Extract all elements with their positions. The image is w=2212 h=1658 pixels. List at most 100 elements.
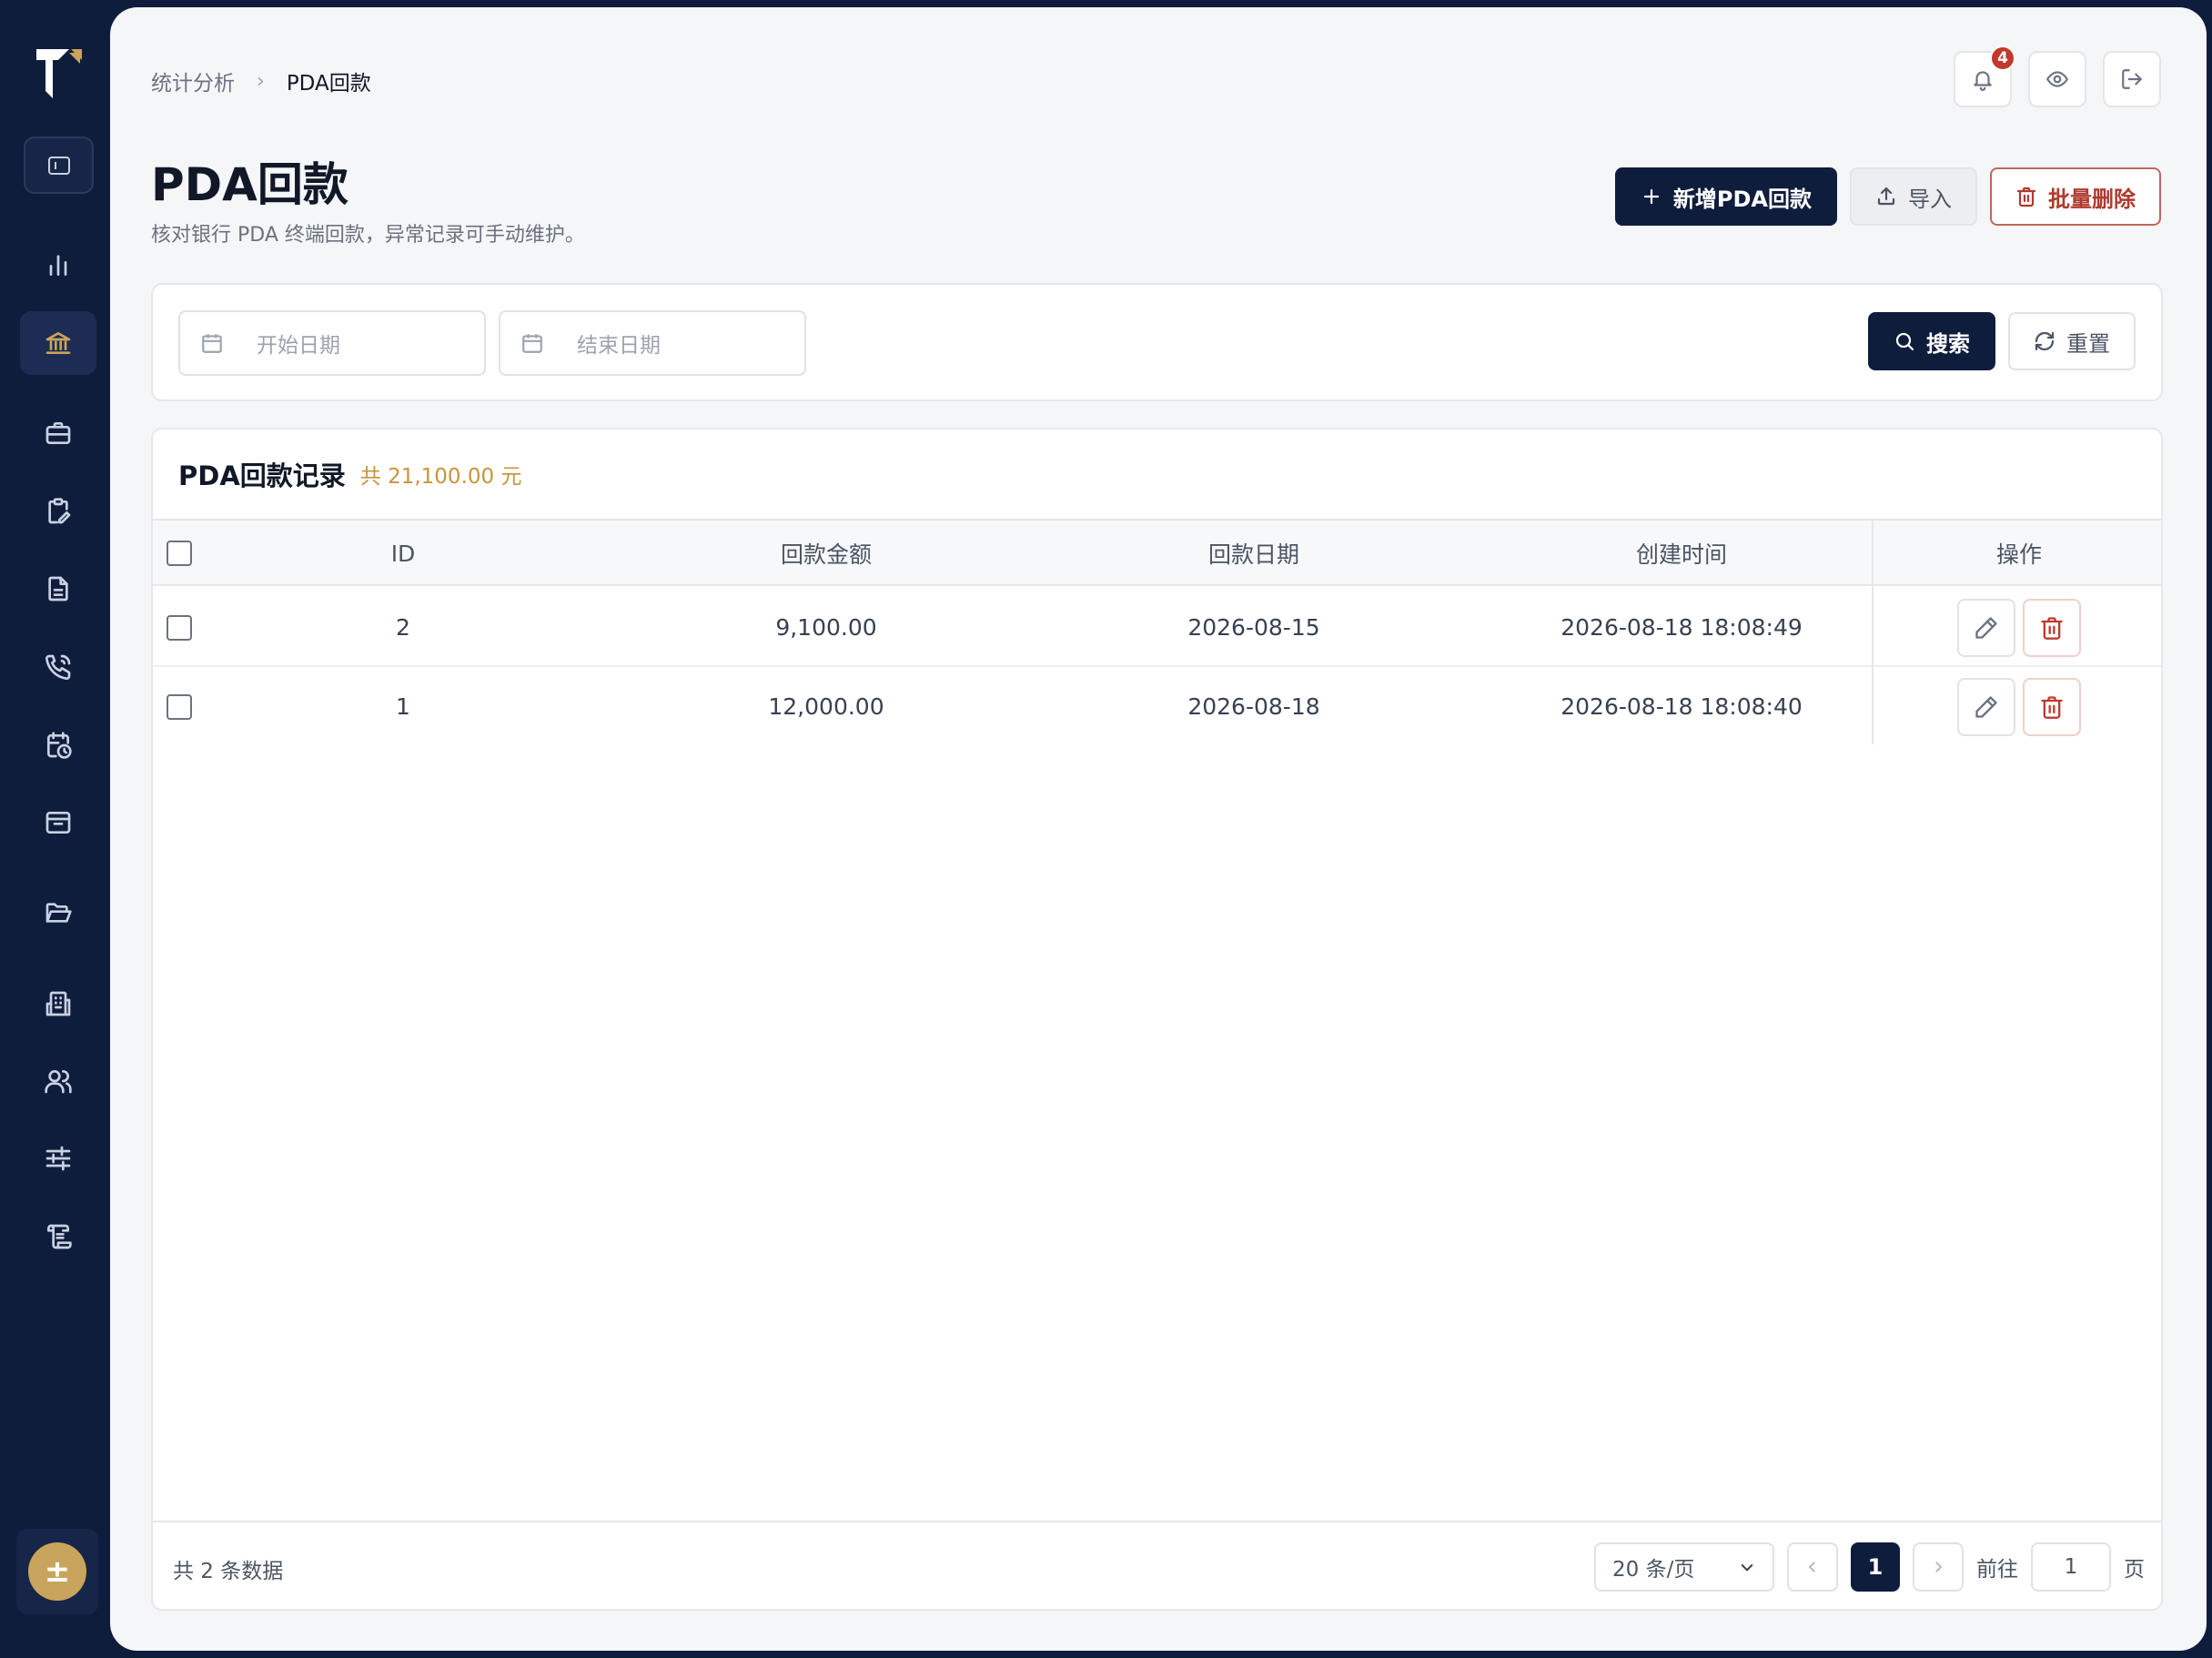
page-size-value: 20 条/页 <box>1612 1558 1695 1582</box>
cell-id: 1 <box>396 693 410 720</box>
chevron-right-icon: › <box>257 69 265 93</box>
start-date-input[interactable]: 开始日期 <box>178 310 486 376</box>
page-number-current[interactable]: 1 <box>1851 1542 1900 1592</box>
logout-icon <box>2122 69 2142 89</box>
delete-button[interactable] <box>2023 598 2081 657</box>
sidebar-item-schedule[interactable] <box>20 713 96 777</box>
cell-created: 2026-08-18 18:08:40 <box>1561 693 1803 720</box>
sidebar-item-organization[interactable] <box>20 972 96 1036</box>
archive-icon <box>45 812 71 834</box>
preview-button[interactable] <box>2028 51 2086 107</box>
sliders-icon <box>45 1146 71 1171</box>
document-icon <box>48 576 68 602</box>
batch-delete-button[interactable]: 批量删除 <box>1990 167 2161 226</box>
notifications-button[interactable]: 4 <box>1954 45 2015 107</box>
column-header-amount[interactable]: 回款金额 <box>699 521 954 586</box>
delete-button[interactable] <box>2023 677 2081 736</box>
goto-page-input[interactable]: 1 <box>2031 1542 2111 1592</box>
bell-icon <box>1974 71 1992 91</box>
users-icon <box>45 1070 72 1094</box>
sidebar-item-tasks[interactable] <box>20 480 96 543</box>
app-logo <box>36 49 82 98</box>
calendar-clock-icon <box>47 732 72 759</box>
sidebar-item-bank[interactable] <box>20 311 96 375</box>
chevron-left-icon <box>1808 1562 1815 1572</box>
filter-bar: 开始日期 结束日期 搜索 重置 <box>151 283 2163 401</box>
building-icon <box>45 991 71 1016</box>
row-select-cell <box>153 667 206 746</box>
table-row: 1 12,000.00 2026-08-18 2026-08-18 18:08:… <box>153 667 2161 746</box>
breadcrumb-current: PDA回款 <box>286 72 371 96</box>
briefcase-icon <box>45 422 71 444</box>
sidebar-item-settings[interactable] <box>20 1127 96 1190</box>
refresh-icon <box>2035 331 2055 351</box>
goto-label: 前往 <box>1976 1558 2018 1582</box>
pencil-icon <box>1975 695 1997 718</box>
fixed-column-divider <box>1872 521 1874 744</box>
cell-date: 2026-08-15 <box>1187 614 1320 641</box>
end-date-input[interactable]: 结束日期 <box>499 310 806 376</box>
page-size-select[interactable]: 20 条/页 <box>1594 1542 1774 1592</box>
table-title: PDA回款记录 <box>178 460 346 491</box>
row-checkbox[interactable] <box>167 614 192 641</box>
reset-button[interactable]: 重置 <box>2008 312 2136 370</box>
trash-icon <box>2016 187 2036 207</box>
sidebar-item-documents[interactable] <box>20 557 96 621</box>
import-button[interactable]: 导入 <box>1850 167 1977 226</box>
phone-call-icon <box>45 654 71 680</box>
cell-amount: 12,000.00 <box>768 693 884 720</box>
search-button-label: 搜索 <box>1926 330 1970 357</box>
trash-icon <box>2041 695 2063 719</box>
row-select-cell <box>153 588 206 667</box>
column-header-ops: 操作 <box>1995 541 2042 568</box>
sidebar: ± <box>0 0 110 1658</box>
sidebar-item-archive[interactable] <box>20 791 96 854</box>
select-all-checkbox[interactable] <box>167 541 192 566</box>
cell-ops <box>1874 588 2161 667</box>
main-panel: 统计分析 › PDA回款 4 PDA回款 核对银行 PDA 终端回款，异常记录可… <box>110 7 2207 1651</box>
logout-button[interactable] <box>2103 51 2161 107</box>
sidebar-item-business[interactable] <box>20 401 96 465</box>
plus-icon <box>1643 188 1660 205</box>
page-actions: 新增PDA回款 导入 批量删除 <box>1614 167 2161 226</box>
sidebar-item-users[interactable] <box>20 1049 96 1113</box>
sidebar-item-statistics[interactable] <box>20 233 96 297</box>
bar-chart-icon <box>49 255 67 276</box>
header-actions: 4 <box>1954 45 2161 107</box>
row-checkbox[interactable] <box>167 693 192 720</box>
prev-page-button[interactable] <box>1787 1542 1838 1592</box>
batch-delete-label: 批量删除 <box>2048 186 2136 212</box>
sidebar-item-logs[interactable] <box>20 1205 96 1269</box>
select-all-cell <box>153 521 206 586</box>
table-row: 2 9,100.00 2026-08-15 2026-08-18 18:08:4… <box>153 588 2161 667</box>
edit-button[interactable] <box>1957 677 2015 736</box>
panel-toggle-icon <box>47 156 70 175</box>
user-menu[interactable]: ± <box>16 1529 98 1614</box>
column-header-id[interactable]: ID <box>271 521 535 586</box>
upload-icon <box>1877 187 1895 206</box>
sidebar-toggle-button[interactable] <box>24 136 94 194</box>
search-button[interactable]: 搜索 <box>1868 312 1995 370</box>
notification-badge: 4 <box>1990 45 2015 71</box>
import-button-label: 导入 <box>1908 186 1952 212</box>
edit-button[interactable] <box>1957 598 2015 657</box>
chevron-right-icon <box>1935 1562 1943 1572</box>
column-header-created[interactable]: 创建时间 <box>1554 521 1809 586</box>
calendar-icon <box>202 334 222 353</box>
sidebar-item-calls[interactable] <box>20 635 96 699</box>
column-header-date[interactable]: 回款日期 <box>1126 521 1381 586</box>
add-pda-payment-button[interactable]: 新增PDA回款 <box>1614 167 1837 226</box>
cell-amount: 9,100.00 <box>775 614 877 641</box>
page-unit-label: 页 <box>2124 1558 2145 1582</box>
page-subtitle: 核对银行 PDA 终端回款，异常记录可手动维护。 <box>151 224 585 247</box>
breadcrumb: 统计分析 › PDA回款 <box>151 66 371 96</box>
avatar[interactable]: ± <box>28 1542 86 1601</box>
sidebar-item-files[interactable] <box>20 881 96 945</box>
breadcrumb-parent[interactable]: 统计分析 <box>151 66 235 96</box>
cell-ops <box>1874 667 2161 746</box>
calendar-icon <box>522 334 542 353</box>
next-page-button[interactable] <box>1913 1542 1964 1592</box>
eye-icon <box>2046 71 2068 87</box>
table-total-amount: 共 21,100.00 元 <box>359 465 522 489</box>
pagination: 20 条/页 1 前往 1 页 <box>1594 1542 2145 1592</box>
